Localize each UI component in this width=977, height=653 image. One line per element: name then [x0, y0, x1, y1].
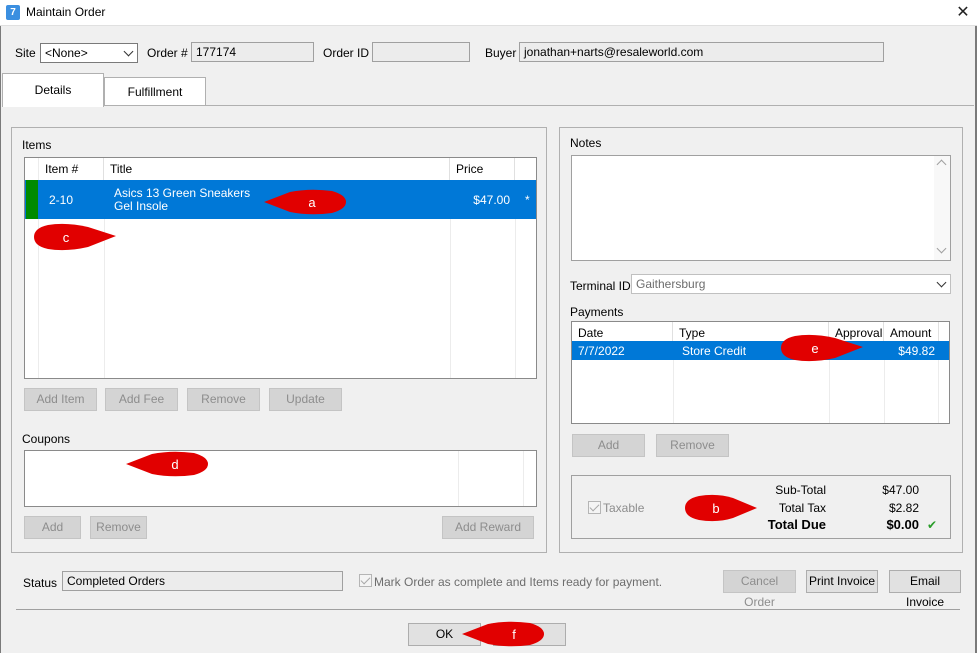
scroll-down-icon[interactable]	[936, 243, 947, 254]
order-number-label: Order #	[147, 46, 188, 60]
row-flag: *	[525, 193, 530, 207]
items-col-item-no[interactable]: Item #	[39, 158, 104, 180]
chevron-down-icon	[936, 277, 947, 288]
callout-d: d	[126, 451, 208, 477]
add-payment-button[interactable]: Add	[572, 434, 645, 457]
cancel-order-button[interactable]: Cancel Order	[723, 570, 796, 609]
callout-letter: e	[811, 341, 818, 356]
site-label: Site	[15, 46, 36, 60]
notes-textarea[interactable]	[571, 155, 951, 261]
check-icon	[360, 574, 371, 585]
total-due-value: $0.00	[886, 517, 919, 532]
payments-label: Payments	[570, 305, 624, 319]
callout-shape	[264, 189, 346, 215]
add-coupon-button[interactable]: Add	[24, 516, 81, 539]
table-row[interactable]: 7/7/2022 Store Credit $49.82	[572, 341, 949, 360]
scroll-up-icon[interactable]	[936, 159, 947, 170]
coupons-grid-line	[523, 451, 524, 506]
tab-details[interactable]: Details	[2, 73, 104, 107]
footer-separator	[16, 609, 960, 610]
callout-letter: c	[63, 230, 70, 245]
notes-label: Notes	[570, 136, 602, 150]
order-id-field[interactable]	[372, 42, 470, 62]
callout-c: c	[34, 223, 116, 251]
tab-strip-line	[104, 105, 974, 106]
close-icon[interactable]: ✕	[952, 3, 974, 23]
title-bar	[0, 0, 977, 26]
status-field[interactable]: Completed Orders	[62, 571, 343, 591]
payment-date: 7/7/2022	[578, 344, 625, 358]
row-item-no: 2-10	[49, 193, 74, 207]
items-col-title[interactable]: Title	[104, 158, 450, 180]
callout-letter: f	[512, 627, 516, 642]
order-id-label: Order ID	[323, 46, 370, 60]
terminal-id-select[interactable]: Gaithersburg	[631, 274, 951, 294]
payment-amount: $49.82	[898, 344, 935, 358]
site-select[interactable]: <None>	[40, 43, 138, 63]
coupons-label: Coupons	[22, 432, 71, 446]
remove-payment-button[interactable]: Remove	[656, 434, 729, 457]
items-col-price[interactable]: Price	[450, 158, 515, 180]
coupons-grid-line	[458, 451, 459, 506]
row-title-line2: Gel Insole	[114, 199, 169, 213]
callout-e: e	[781, 334, 863, 362]
terminal-id-value: Gaithersburg	[636, 277, 706, 291]
row-title: Asics 13 Green Sneakers Gel Insole	[114, 187, 250, 213]
taxable-label: Taxable	[603, 501, 645, 515]
add-reward-button[interactable]: Add Reward	[442, 516, 534, 539]
remove-item-button[interactable]: Remove	[187, 388, 260, 411]
notes-scrollbar[interactable]	[934, 156, 950, 260]
chevron-down-icon	[123, 46, 134, 57]
total-tax-value: $2.82	[888, 501, 919, 515]
callout-b: b	[685, 494, 757, 522]
checkmark-icon: ✔	[927, 518, 938, 532]
payment-type: Store Credit	[682, 344, 747, 358]
mark-complete-checkbox[interactable]	[359, 574, 372, 587]
row-status-marker	[26, 180, 38, 219]
coupons-list[interactable]	[24, 450, 537, 507]
tab-fulfillment[interactable]: Fulfillment	[104, 77, 206, 105]
callout-shape	[462, 621, 544, 647]
window-border-left	[0, 26, 1, 653]
callout-letter: b	[712, 501, 719, 516]
buyer-label: Buyer	[485, 46, 517, 60]
callout-a: a	[264, 189, 346, 215]
callout-letter: a	[308, 195, 316, 210]
terminal-id-label: Terminal ID	[570, 279, 631, 293]
callout-f: f	[462, 621, 544, 647]
payments-list[interactable]: Date Type Approval Amount 7/7/2022 Store…	[571, 321, 950, 424]
window-title: Maintain Order	[26, 5, 106, 19]
remove-coupon-button[interactable]: Remove	[90, 516, 147, 539]
items-label: Items	[22, 138, 52, 152]
status-label: Status	[23, 576, 58, 590]
callout-shape	[781, 334, 863, 362]
add-fee-button[interactable]: Add Fee	[105, 388, 178, 411]
app-icon: 7	[6, 5, 20, 20]
buyer-field[interactable]: jonathan+narts@resaleworld.com	[519, 42, 884, 62]
taxable-checkbox[interactable]	[588, 501, 601, 514]
mark-complete-label: Mark Order as complete and Items ready f…	[374, 575, 663, 589]
check-icon	[589, 501, 600, 512]
callout-shape	[685, 494, 757, 522]
callout-letter: d	[171, 457, 178, 472]
email-invoice-button[interactable]: Email Invoice	[889, 570, 961, 609]
update-item-button[interactable]: Update	[269, 388, 342, 411]
site-value: <None>	[45, 46, 88, 60]
subtotal-value: $47.00	[882, 483, 919, 497]
order-number-field[interactable]: 177174	[191, 42, 314, 62]
callout-shape	[34, 223, 116, 251]
callout-shape	[126, 451, 208, 477]
print-invoice-button[interactable]: Print Invoice	[806, 570, 878, 593]
add-item-button[interactable]: Add Item	[24, 388, 97, 411]
row-price: $47.00	[473, 193, 510, 207]
